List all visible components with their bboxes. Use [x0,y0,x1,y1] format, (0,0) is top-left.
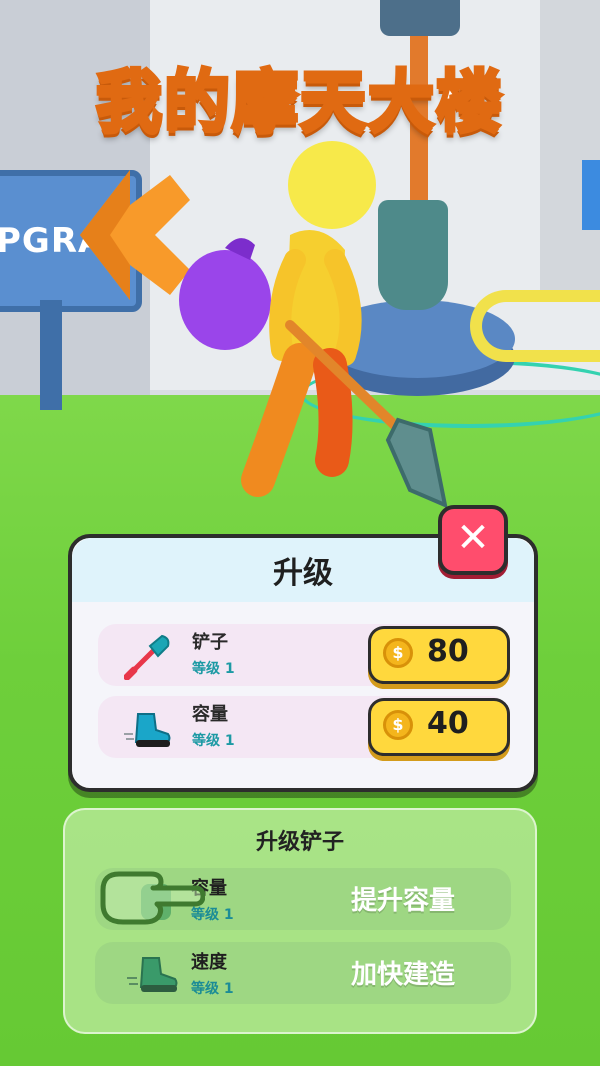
buy-capacity-button[interactable]: $ 40 [368,698,510,756]
tutorial-action: 提升容量 [351,886,456,916]
upgrade-row-shovel: 铲子 等级 1 $ 80 [98,624,510,686]
close-button[interactable]: ✕ [438,505,508,575]
cost-value: 80 [427,634,469,669]
tutorial-item-name: 速度 [191,952,227,973]
boot-icon [127,957,178,992]
buy-shovel-button[interactable]: $ 80 [368,626,510,684]
upgrade-name: 铲子 [192,632,228,653]
sign-post [40,300,62,410]
tutorial-item-level: 等级 1 [191,981,234,997]
close-x-icon: ✕ [456,515,490,561]
coin-icon: $ [383,710,413,740]
right-wall [540,0,600,300]
tutorial-action: 加快建造 [351,960,456,990]
coin-icon: $ [383,638,413,668]
boot-icon [124,713,171,747]
tutorial-title: 升级铲子 [255,830,344,855]
yellow-pipe [470,290,600,362]
game-title: 我的摩天大楼 [94,61,504,142]
upgrade-row-capacity: 容量 等级 1 $ 40 [98,696,510,758]
lamp-cap [380,0,460,36]
pointing-hand-icon [100,871,205,925]
shovel-icon [124,634,170,680]
player-character [179,141,448,509]
upgrade-level: 等级 1 [192,733,235,749]
cost-value: 40 [427,706,469,741]
tutorial-row-speed[interactable]: 速度 等级 1 加快建造 [95,942,511,1004]
upgrade-level: 等级 1 [192,661,235,677]
right-blue-panel [582,160,600,230]
upgrade-name: 容量 [192,704,228,725]
